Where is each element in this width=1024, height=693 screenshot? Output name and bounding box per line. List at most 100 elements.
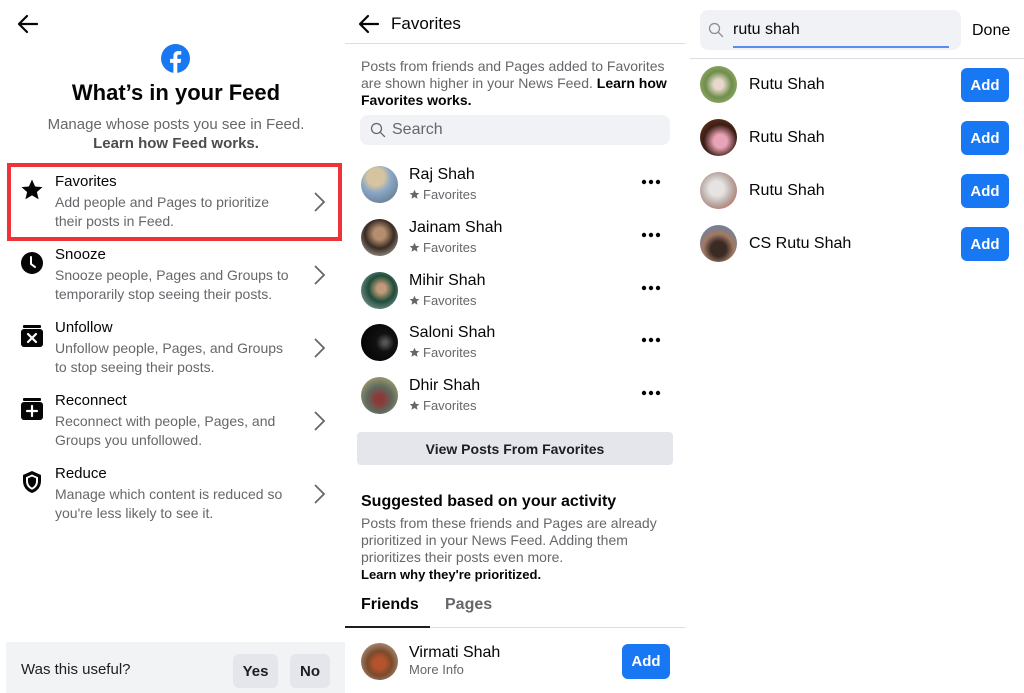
menu-item-reconnect[interactable]: Reconnect Reconnect with people, Pages, … (8, 389, 342, 461)
back-arrow-icon[interactable] (16, 12, 40, 36)
add-button[interactable]: Add (961, 174, 1009, 208)
chevron-right-icon (314, 484, 326, 504)
more-options-icon[interactable] (640, 229, 662, 241)
header-divider (690, 58, 1024, 59)
favorite-row[interactable]: Raj Shah Favorites (345, 164, 685, 216)
subtitle-text: Manage whose posts you see in Feed. (47, 116, 305, 133)
chevron-right-icon (314, 411, 326, 431)
tab-divider (430, 627, 685, 628)
menu-item-reduce[interactable]: Reduce Manage which content is reduced s… (8, 462, 342, 534)
header-divider (345, 43, 685, 44)
add-button[interactable]: Add (961, 227, 1009, 261)
favorite-row[interactable]: Mihir Shah Favorites (345, 270, 685, 322)
favorite-label: Favorites (409, 240, 476, 255)
unfollow-icon (21, 325, 43, 347)
feed-preferences-panel: What’s in your Feed Manage whose posts y… (0, 0, 345, 693)
favorite-label: Favorites (409, 398, 476, 413)
page-subtitle: Manage whose posts you see in Feed. Lear… (0, 115, 345, 153)
avatar (700, 225, 737, 262)
tab-pages[interactable]: Pages (445, 596, 492, 614)
menu-item-title: Unfollow (55, 319, 113, 336)
favorite-row[interactable]: Saloni Shah Favorites (345, 322, 685, 374)
yes-button[interactable]: Yes (233, 654, 278, 688)
favorite-row[interactable]: Dhir Shah Favorites (345, 375, 685, 427)
favorite-row[interactable]: Jainam Shah Favorites (345, 217, 685, 269)
favorite-sub: Favorites (423, 345, 477, 360)
menu-item-title: Reduce (55, 465, 107, 482)
suggested-name: Virmati Shah (409, 644, 501, 661)
search-result-row[interactable]: Rutu Shah Add (690, 172, 1024, 212)
favorites-intro: Posts from friends and Pages added to Fa… (361, 58, 676, 109)
star-icon (409, 242, 420, 252)
more-options-icon[interactable] (640, 176, 662, 188)
menu-item-unfollow[interactable]: Unfollow Unfollow people, Pages, and Gro… (8, 316, 342, 388)
favorite-sub: Favorites (423, 187, 477, 202)
favorite-name: Saloni Shah (409, 324, 496, 341)
back-arrow-icon[interactable] (357, 12, 381, 36)
chevron-right-icon (314, 192, 326, 212)
avatar (361, 324, 398, 361)
menu-item-desc: Unfollow people, Pages, and Groups to st… (55, 340, 284, 375)
avatar (700, 172, 737, 209)
add-button[interactable]: Add (961, 68, 1009, 102)
shield-icon (23, 471, 41, 493)
search-results-panel: Done Rutu Shah Add Rutu Shah Add Rutu Sh… (690, 0, 1024, 693)
active-tab-indicator (345, 626, 430, 628)
page-title: Favorites (391, 14, 461, 33)
search-result-row[interactable]: Rutu Shah Add (690, 66, 1024, 106)
done-button[interactable]: Done (972, 22, 1010, 40)
more-options-icon[interactable] (640, 334, 662, 346)
learn-feed-link[interactable]: Learn how Feed works. (0, 134, 345, 153)
suggested-title: Suggested based on your activity (361, 493, 617, 510)
menu-item-title: Reconnect (55, 392, 127, 409)
menu-item-snooze[interactable]: Snooze Snooze people, Pages and Groups t… (8, 243, 342, 315)
page-title: What’s in your Feed (71, 80, 281, 105)
chevron-right-icon (314, 265, 326, 285)
no-button[interactable]: No (290, 654, 330, 688)
favorite-label: Favorites (409, 187, 476, 202)
feedback-bar: Was this useful? Yes No (6, 642, 345, 693)
suggested-desc: Posts from these friends and Pages are a… (361, 515, 657, 565)
star-icon (409, 189, 420, 199)
favorite-sub: Favorites (423, 293, 477, 308)
favorite-label: Favorites (409, 293, 476, 308)
favorite-sub: Favorites (423, 240, 477, 255)
more-options-icon[interactable] (640, 282, 662, 294)
tab-friends[interactable]: Friends (361, 596, 419, 614)
result-name: CS Rutu Shah (749, 235, 852, 252)
favorite-sub: Favorites (423, 398, 477, 413)
menu-item-desc: Add people and Pages to prioritize their… (55, 194, 270, 229)
menu-item-desc: Reconnect with people, Pages, and Groups… (55, 413, 276, 448)
search-result-row[interactable]: Rutu Shah Add (690, 119, 1024, 159)
more-info-link[interactable]: More Info (409, 662, 464, 677)
add-button[interactable]: Add (622, 644, 670, 679)
favorites-search (360, 115, 670, 145)
result-name: Rutu Shah (749, 129, 825, 146)
add-button[interactable]: Add (961, 121, 1009, 155)
chevron-right-icon (314, 338, 326, 358)
star-icon (409, 295, 420, 305)
reconnect-icon (21, 398, 43, 420)
favorite-label: Favorites (409, 345, 476, 360)
feedback-question: Was this useful? (21, 661, 131, 678)
search-input[interactable] (733, 16, 949, 44)
search-input[interactable] (392, 115, 662, 145)
favorite-name: Jainam Shah (409, 219, 503, 236)
star-icon (409, 400, 420, 410)
view-posts-button[interactable]: View Posts From Favorites (357, 432, 673, 465)
menu-item-favorites[interactable]: Favorites Add people and Pages to priori… (8, 170, 342, 242)
search-icon (370, 122, 386, 138)
favorite-name: Raj Shah (409, 166, 475, 183)
menu-item-desc: Snooze people, Pages and Groups to tempo… (55, 267, 289, 302)
result-name: Rutu Shah (749, 182, 825, 199)
avatar (361, 219, 398, 256)
menu-item-title: Snooze (55, 246, 106, 263)
star-icon (21, 179, 43, 200)
learn-prioritized-link[interactable]: Learn why they're prioritized. (361, 567, 541, 582)
avatar (700, 66, 737, 103)
menu-item-desc: Manage which content is reduced so you'r… (55, 486, 283, 521)
favorite-name: Mihir Shah (409, 272, 486, 289)
search-icon (708, 22, 724, 38)
more-options-icon[interactable] (640, 387, 662, 399)
search-result-row[interactable]: CS Rutu Shah Add (690, 225, 1024, 265)
